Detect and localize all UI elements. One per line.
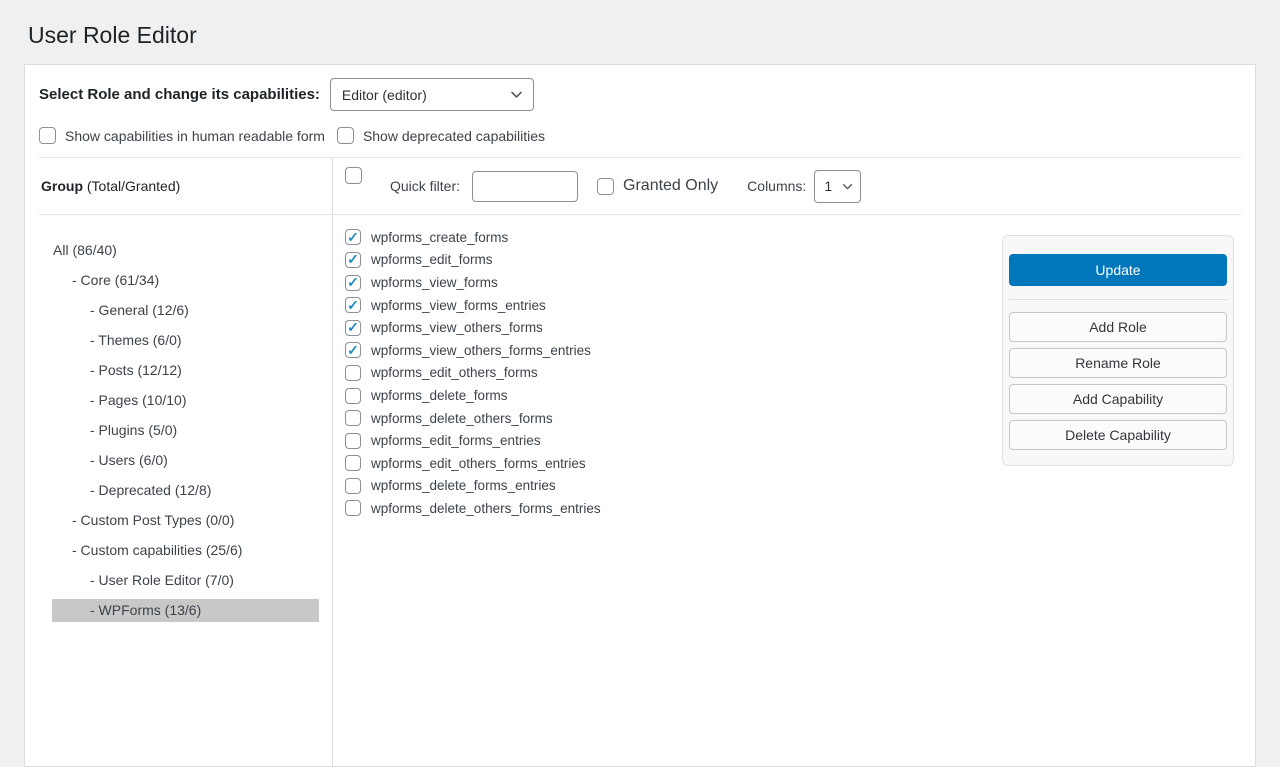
group-header: Group (Total/Granted): [25, 158, 332, 214]
capability-label: wpforms_view_forms: [371, 275, 498, 290]
capability-label: wpforms_delete_others_forms: [371, 411, 553, 426]
page-title: User Role Editor: [28, 20, 1256, 51]
user-role-editor-panel: Select Role and change its capabilities:…: [24, 64, 1256, 767]
columns-select[interactable]: 1: [814, 170, 861, 203]
capability-row[interactable]: wpforms_delete_others_forms_entries: [345, 497, 1255, 520]
capability-label: wpforms_view_others_forms_entries: [371, 343, 591, 358]
group-tree-item[interactable]: - WPForms (13/6): [52, 599, 319, 622]
capability-checkbox[interactable]: [345, 342, 361, 358]
capability-label: wpforms_delete_forms: [371, 388, 508, 403]
group-tree: All (86/40)- Core (61/34)- General (12/6…: [25, 215, 332, 767]
list-header-row: Group (Total/Granted) Quick filter: Gran…: [25, 158, 1255, 214]
content-area: All (86/40)- Core (61/34)- General (12/6…: [25, 215, 1255, 767]
capability-checkbox[interactable]: [345, 229, 361, 245]
group-tree-item[interactable]: - Core (61/34): [52, 265, 319, 295]
capability-label: wpforms_create_forms: [371, 230, 508, 245]
human-readable-option[interactable]: Show capabilities in human readable form: [39, 127, 325, 144]
deprecated-label: Show deprecated capabilities: [363, 128, 545, 144]
actions-panel: Update Add Role Rename Role Add Capabili…: [1002, 235, 1234, 466]
capability-checkbox[interactable]: [345, 388, 361, 404]
capability-checkbox[interactable]: [345, 252, 361, 268]
capability-row[interactable]: wpforms_delete_forms_entries: [345, 475, 1255, 498]
capability-column: wpforms_create_forms wpforms_edit_formswp…: [332, 215, 1255, 767]
granted-only-label: Granted Only: [623, 177, 718, 195]
columns-select-value: 1: [824, 178, 832, 194]
granted-only-checkbox[interactable]: [597, 178, 614, 195]
group-header-title: Group: [41, 178, 83, 194]
capability-checkbox[interactable]: [345, 500, 361, 516]
capability-checkbox[interactable]: [345, 433, 361, 449]
capability-checkbox[interactable]: [345, 410, 361, 426]
capability-label: wpforms_edit_others_forms: [371, 365, 538, 380]
chevron-down-icon: [841, 180, 854, 193]
capability-label: wpforms_view_others_forms: [371, 320, 543, 335]
role-select-value: Editor (editor): [342, 87, 427, 103]
group-tree-item[interactable]: - General (12/6): [52, 295, 319, 325]
delete-capability-button[interactable]: Delete Capability: [1009, 420, 1227, 450]
group-tree-item[interactable]: - Deprecated (12/8): [52, 475, 319, 505]
human-readable-checkbox[interactable]: [39, 127, 56, 144]
group-tree-item[interactable]: - Custom Post Types (0/0): [52, 505, 319, 535]
update-button[interactable]: Update: [1009, 254, 1227, 286]
group-tree-item[interactable]: - Plugins (5/0): [52, 415, 319, 445]
capability-label: wpforms_edit_forms_entries: [371, 433, 541, 448]
rename-role-button[interactable]: Rename Role: [1009, 348, 1227, 378]
group-tree-item[interactable]: All (86/40): [52, 235, 319, 265]
columns-label: Columns:: [747, 178, 806, 194]
group-tree-item[interactable]: - Custom capabilities (25/6): [52, 535, 319, 565]
chevron-down-icon: [509, 87, 524, 102]
capability-checkbox[interactable]: [345, 478, 361, 494]
group-header-suffix: (Total/Granted): [83, 178, 180, 194]
group-tree-item[interactable]: - Themes (6/0): [52, 325, 319, 355]
capability-label: wpforms_edit_others_forms_entries: [371, 456, 586, 471]
capability-label: wpforms_delete_others_forms_entries: [371, 501, 601, 516]
quick-filter-label: Quick filter:: [390, 178, 460, 194]
capability-checkbox[interactable]: [345, 320, 361, 336]
role-selection-section: Select Role and change its capabilities:…: [25, 65, 1255, 157]
capability-checkbox[interactable]: [345, 365, 361, 381]
group-tree-item[interactable]: - Posts (12/12): [52, 355, 319, 385]
group-tree-item[interactable]: - User Role Editor (7/0): [52, 565, 319, 595]
group-tree-item[interactable]: - Users (6/0): [52, 445, 319, 475]
role-select[interactable]: Editor (editor): [330, 78, 534, 111]
capability-label: wpforms_edit_forms: [371, 252, 493, 267]
add-capability-button[interactable]: Add Capability: [1009, 384, 1227, 414]
admin-page: User Role Editor Select Role and change …: [0, 0, 1280, 767]
select-all-checkbox[interactable]: [345, 167, 362, 184]
actions-divider: [1009, 299, 1227, 300]
deprecated-checkbox[interactable]: [337, 127, 354, 144]
capability-label: wpforms_view_forms_entries: [371, 298, 546, 313]
deprecated-option[interactable]: Show deprecated capabilities: [337, 127, 545, 144]
capability-checkbox[interactable]: [345, 455, 361, 471]
human-readable-label: Show capabilities in human readable form: [65, 128, 325, 144]
quick-filter-input[interactable]: [472, 171, 578, 202]
group-tree-item[interactable]: - Pages (10/10): [52, 385, 319, 415]
granted-only-option[interactable]: Granted Only: [597, 177, 718, 195]
select-role-label: Select Role and change its capabilities:: [39, 86, 320, 103]
capability-label: wpforms_delete_forms_entries: [371, 478, 556, 493]
capability-checkbox[interactable]: [345, 297, 361, 313]
capability-checkbox[interactable]: [345, 275, 361, 291]
add-role-button[interactable]: Add Role: [1009, 312, 1227, 342]
filter-bar: Quick filter: Granted Only Columns: 1: [332, 158, 1255, 214]
